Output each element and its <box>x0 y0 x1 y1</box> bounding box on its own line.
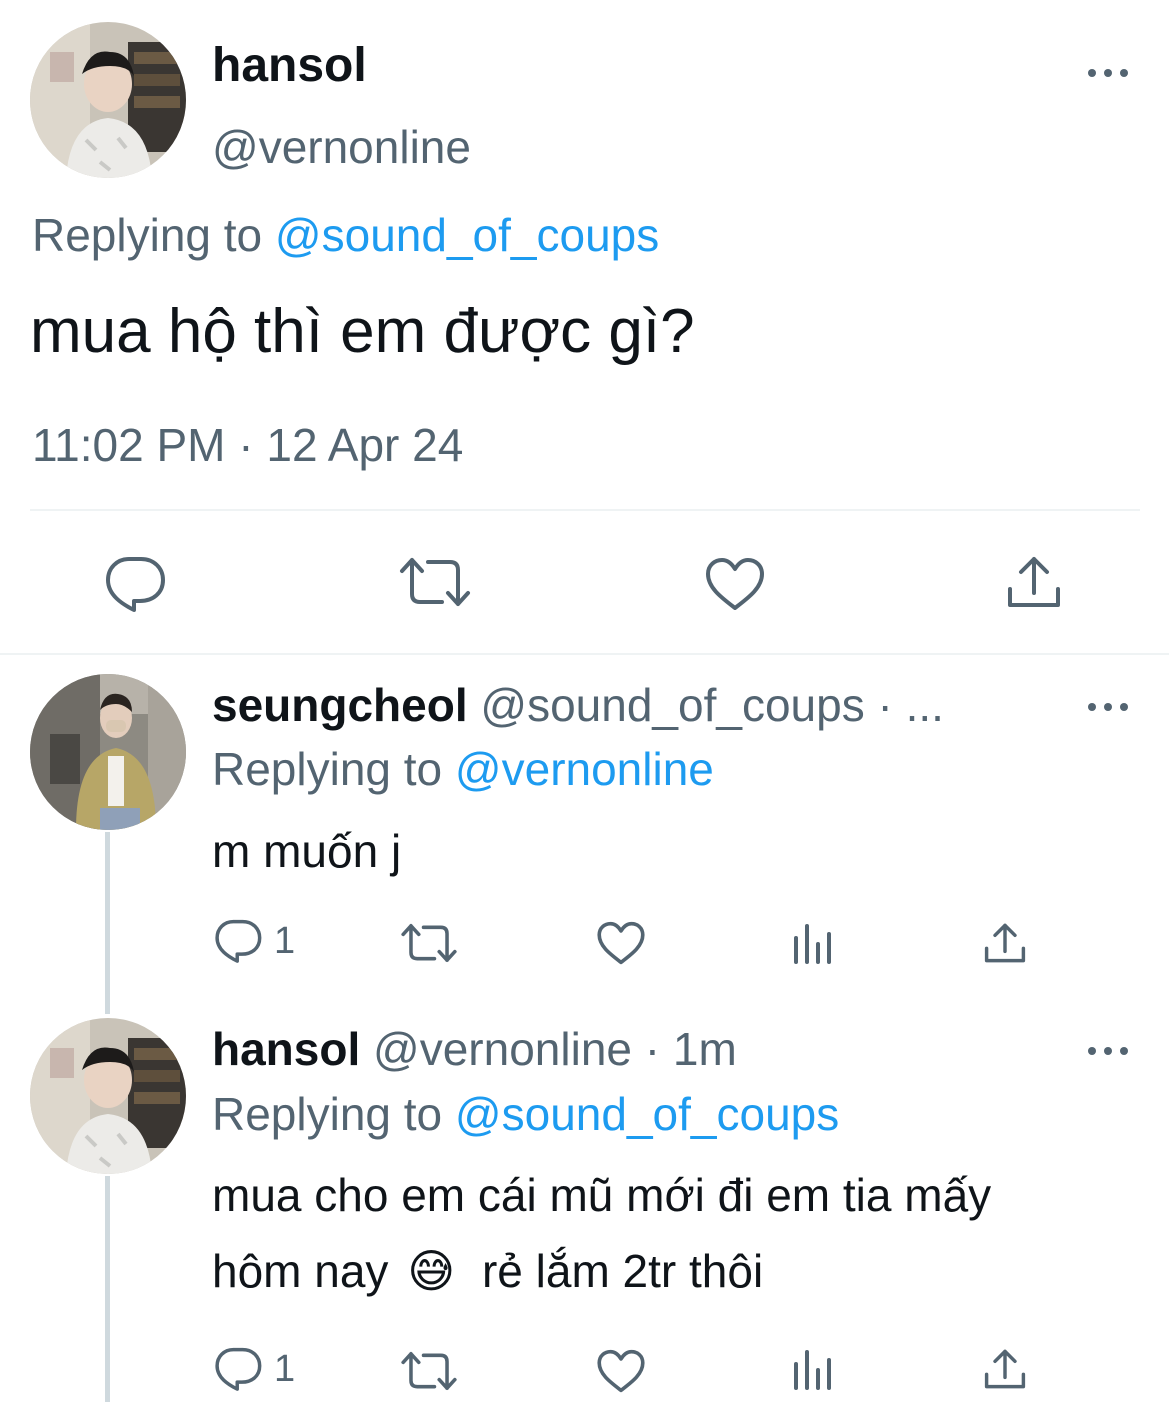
heart-icon <box>597 921 645 965</box>
avatar-hansol[interactable] <box>30 22 186 178</box>
reply-2-text-line-1: mua cho em cái mũ mới đi em tia mấy <box>212 1169 992 1221</box>
reply-1-reply-count: 1 <box>274 919 296 962</box>
reply-2-text-part-b: rẻ lắm 2tr thôi <box>481 1245 764 1297</box>
reply-1-reply-button[interactable]: 1 <box>214 918 295 964</box>
reply-2-replying-line: Replying to @sound_of_coups <box>212 1087 839 1141</box>
reply-1-share-button[interactable] <box>982 920 1028 966</box>
replying-to-handle-link[interactable]: @vernonline <box>455 743 714 795</box>
retweet-button[interactable] <box>398 556 472 608</box>
bar-chart-icon <box>794 1350 831 1390</box>
reply-1-handle[interactable]: @sound_of_coups · ... <box>480 679 944 731</box>
reply-2-reply-count: 1 <box>274 1347 296 1390</box>
reply-2-like-button[interactable] <box>596 1348 646 1394</box>
avatar-seungcheol[interactable] <box>30 674 186 830</box>
share-upload-icon <box>984 1349 1026 1389</box>
reply-2-handle[interactable]: @vernonline · 1m <box>373 1023 737 1075</box>
main-tweet-divider <box>30 509 1140 511</box>
share-upload-icon <box>1008 557 1060 607</box>
main-tweet-replying-line: Replying to @sound_of_coups <box>32 208 659 262</box>
reply-1-replying-line: Replying to @vernonline <box>212 742 714 796</box>
more-dots-icon[interactable] <box>1088 1045 1128 1057</box>
speech-bubble-icon <box>106 557 165 612</box>
share-button[interactable] <box>1004 553 1064 611</box>
heart-icon <box>597 1349 645 1393</box>
bar-chart-icon <box>794 924 831 964</box>
replying-to-handle-link[interactable]: @sound_of_coups <box>275 209 659 261</box>
reply-1-retweet-button[interactable] <box>400 922 458 964</box>
main-tweet-display-name[interactable]: hansol <box>212 38 367 93</box>
reply-1-header: seungcheol @sound_of_coups · ... <box>212 678 944 732</box>
reply-2-reply-button[interactable]: 1 <box>214 1346 295 1392</box>
main-tweet-text: mua hộ thì em được gì? <box>30 297 695 366</box>
share-upload-icon <box>984 923 1026 963</box>
sweat-smile-emoji: 😅 <box>407 1245 456 1297</box>
speech-bubble-icon <box>215 1347 262 1391</box>
speech-bubble-icon <box>215 919 262 963</box>
reply-2-retweet-button[interactable] <box>400 1350 458 1392</box>
thread-line <box>105 832 110 1014</box>
reply-2-share-button[interactable] <box>982 1346 1028 1392</box>
section-divider <box>0 653 1169 655</box>
retweet-arrows-icon <box>400 558 470 606</box>
more-dots-icon[interactable] <box>1088 67 1128 79</box>
retweet-arrows-icon <box>401 923 457 963</box>
replying-to-label: Replying to <box>212 743 443 795</box>
reply-1-like-button[interactable] <box>596 920 646 966</box>
reply-2-views-button[interactable] <box>792 1348 834 1392</box>
reply-2-display-name[interactable]: hansol <box>212 1023 360 1075</box>
reply-1-display-name[interactable]: seungcheol <box>212 679 468 731</box>
reply-2-text-line-2: hôm nay 😅 rẻ lắm 2tr thôi <box>212 1244 763 1298</box>
retweet-arrows-icon <box>401 1351 457 1391</box>
replying-to-label: Replying to <box>32 209 263 261</box>
reply-button[interactable] <box>104 555 166 613</box>
like-button[interactable] <box>704 556 766 612</box>
main-tweet-timestamp[interactable]: 11:02 PM · 12 Apr 24 <box>32 418 463 472</box>
reply-2-header: hansol @vernonline · 1m <box>212 1022 737 1076</box>
replying-to-handle-link[interactable]: @sound_of_coups <box>455 1088 839 1140</box>
main-tweet-handle[interactable]: @vernonline <box>212 120 471 174</box>
avatar-hansol[interactable] <box>30 1018 186 1174</box>
reply-1-views-button[interactable] <box>792 922 834 966</box>
reply-2-text-part-a: hôm nay <box>212 1245 389 1297</box>
replying-to-label: Replying to <box>212 1088 443 1140</box>
more-dots-icon[interactable] <box>1088 701 1128 713</box>
reply-1-text: m muốn j <box>212 825 402 877</box>
heart-icon <box>706 558 764 610</box>
thread-line <box>105 1176 110 1402</box>
